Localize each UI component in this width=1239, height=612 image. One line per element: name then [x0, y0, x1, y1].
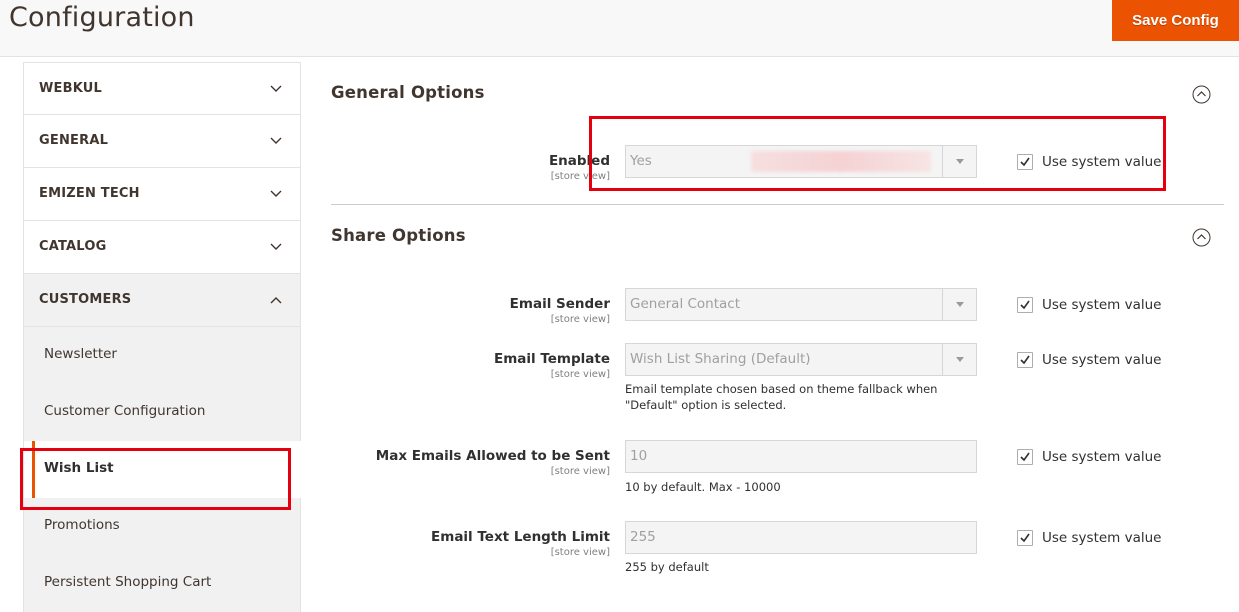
page-header: Configuration Save Config — [0, 0, 1239, 57]
field-label-enabled: Enabled — [548, 153, 610, 169]
use-system-value-email-sender[interactable]: Use system value — [1017, 296, 1161, 314]
section-divider — [331, 204, 1224, 205]
field-label-text-length: Email Text Length Limit — [431, 529, 610, 545]
section-title-general-options[interactable]: General Options — [331, 83, 485, 102]
sidebar-tab-emizen-tech[interactable]: EMIZEN TECH — [23, 168, 301, 221]
chevron-down-icon — [270, 190, 282, 197]
sidebar-item-label: Customer Configuration — [44, 403, 206, 419]
collapse-icon[interactable] — [1192, 228, 1211, 247]
field-scope: [store view] — [550, 171, 610, 182]
check-icon — [1020, 355, 1030, 365]
checkbox[interactable] — [1017, 154, 1033, 170]
sidebar-item-promotions[interactable]: Promotions — [23, 498, 301, 555]
tab-label: CUSTOMERS — [39, 292, 132, 307]
dropdown-arrow-icon — [956, 357, 964, 362]
text-length-input[interactable]: 255 — [625, 521, 977, 554]
note-line: "Default" option is selected. — [625, 398, 787, 412]
chevron-down-icon — [270, 85, 282, 92]
sidebar-item-label: Newsletter — [44, 346, 117, 362]
tab-label: EMIZEN TECH — [39, 186, 140, 201]
checkbox[interactable] — [1017, 352, 1033, 368]
sidebar-item-label: Wish List — [44, 460, 114, 476]
use-system-value-enabled[interactable]: Use system value — [1017, 153, 1161, 171]
sidebar-item-persistent-shopping-cart[interactable]: Persistent Shopping Cart — [23, 555, 301, 612]
checkbox-label: Use system value — [1042, 530, 1162, 546]
dropdown-arrow-icon — [956, 159, 964, 164]
input-value: 255 — [630, 529, 656, 545]
save-config-button[interactable]: Save Config — [1112, 0, 1239, 41]
checkbox-label: Use system value — [1042, 352, 1162, 368]
check-icon — [1020, 452, 1030, 462]
tab-label: CATALOG — [39, 239, 107, 254]
select-value: Wish List Sharing (Default) — [630, 351, 811, 367]
field-scope: [store view] — [550, 547, 610, 558]
sidebar-item-label: Promotions — [44, 517, 120, 533]
check-icon — [1020, 533, 1030, 543]
email-template-select[interactable]: Wish List Sharing (Default) — [625, 343, 977, 376]
field-label-email-template: Email Template — [493, 351, 610, 367]
check-icon — [1020, 157, 1030, 167]
input-value: 10 — [630, 448, 648, 464]
page-title: Configuration — [9, 2, 195, 33]
field-note-email-template: Email template chosen based on theme fal… — [625, 381, 937, 413]
use-system-value-max-emails[interactable]: Use system value — [1017, 448, 1161, 466]
config-sidebar: WEBKUL GENERAL EMIZEN TECH CATALOG CUSTO… — [23, 62, 301, 612]
use-system-value-email-template[interactable]: Use system value — [1017, 351, 1161, 369]
checkbox-label: Use system value — [1042, 297, 1162, 313]
redacted-blur — [751, 151, 931, 172]
dropdown-arrow-icon — [956, 302, 964, 307]
field-scope: [store view] — [550, 314, 610, 325]
field-scope: [store view] — [550, 369, 610, 380]
collapse-icon[interactable] — [1192, 85, 1211, 104]
field-scope: [store view] — [550, 466, 610, 477]
tab-label: WEBKUL — [39, 81, 103, 96]
sidebar-item-customer-configuration[interactable]: Customer Configuration — [23, 384, 301, 441]
use-system-value-text-length[interactable]: Use system value — [1017, 529, 1161, 547]
tab-label: GENERAL — [39, 133, 109, 148]
checkbox[interactable] — [1017, 449, 1033, 465]
checkbox-label: Use system value — [1042, 154, 1162, 170]
sidebar-tab-customers[interactable]: CUSTOMERS — [23, 274, 301, 327]
chevron-down-icon — [270, 137, 282, 144]
enabled-select[interactable]: Yes — [625, 145, 977, 178]
sidebar-item-label: Persistent Shopping Cart — [44, 574, 212, 590]
check-icon — [1020, 300, 1030, 310]
chevron-down-icon — [270, 243, 282, 250]
checkbox[interactable] — [1017, 297, 1033, 313]
max-emails-input[interactable]: 10 — [625, 440, 977, 473]
checkbox-label: Use system value — [1042, 449, 1162, 465]
active-indicator — [32, 441, 35, 498]
field-note-max-emails: 10 by default. Max - 10000 — [625, 480, 781, 494]
select-value: General Contact — [630, 296, 741, 312]
sidebar-tab-webkul[interactable]: WEBKUL — [23, 62, 301, 115]
select-arrow — [942, 146, 976, 177]
sidebar-item-wish-list[interactable]: Wish List — [23, 441, 301, 498]
select-value: Yes — [630, 153, 652, 169]
field-label-email-sender: Email Sender — [509, 296, 610, 312]
sidebar-tab-general[interactable]: GENERAL — [23, 115, 301, 168]
email-sender-select[interactable]: General Contact — [625, 288, 977, 321]
sidebar-tab-catalog[interactable]: CATALOG — [23, 221, 301, 274]
note-line: Email template chosen based on theme fal… — [625, 382, 938, 396]
field-note-text-length: 255 by default — [625, 560, 709, 574]
field-label-max-emails: Max Emails Allowed to be Sent — [375, 448, 610, 464]
select-arrow — [942, 344, 976, 375]
sidebar-item-newsletter[interactable]: Newsletter — [23, 327, 301, 384]
section-title-share-options[interactable]: Share Options — [331, 226, 466, 245]
select-arrow — [942, 289, 976, 320]
checkbox[interactable] — [1017, 530, 1033, 546]
chevron-up-icon — [270, 297, 282, 304]
